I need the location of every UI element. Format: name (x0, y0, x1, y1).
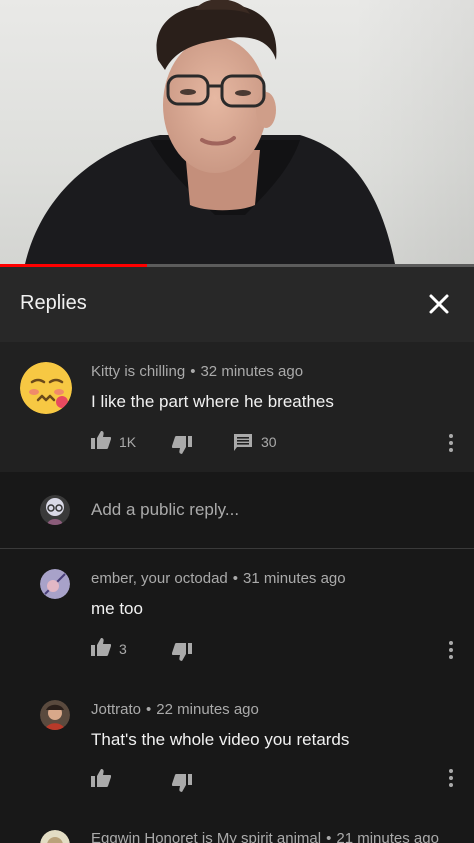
replies-title: Replies (20, 292, 87, 314)
avatar[interactable] (20, 362, 72, 414)
comment-text: me too (91, 599, 143, 618)
like-count: 1K (119, 434, 137, 450)
comment-time: 21 minutes ago (336, 830, 439, 843)
comment-author[interactable]: Kitty is chilling (91, 363, 185, 380)
user-avatar-icon (40, 569, 70, 599)
reply-count: 30 (261, 434, 277, 450)
emoji-avatar-icon (20, 362, 72, 414)
more-options-icon[interactable] (446, 769, 456, 791)
meta-separator: • (190, 363, 196, 380)
more-options-icon[interactable] (446, 641, 456, 663)
avatar[interactable] (40, 569, 70, 599)
add-reply-row[interactable]: Add a public reply... (0, 472, 474, 549)
comment-time: 22 minutes ago (156, 701, 259, 718)
thumbs-up-icon[interactable] (91, 638, 111, 656)
video-player[interactable] (0, 0, 474, 264)
thumbs-down-icon[interactable] (172, 436, 192, 454)
comment-author[interactable]: ember, your octodad (91, 570, 228, 587)
user-avatar-icon (40, 495, 70, 525)
thumbs-up-icon[interactable] (91, 431, 111, 449)
comment-meta: Eggwin Honoret is My spirit animal • 21 mi… (91, 830, 439, 843)
reply-comment-icon[interactable] (234, 434, 252, 451)
thumbs-down-icon[interactable] (172, 643, 192, 661)
add-reply-input[interactable]: Add a public reply... (91, 500, 239, 520)
user-avatar-icon (40, 700, 70, 730)
meta-separator: • (146, 701, 152, 718)
replies-header: Replies (0, 267, 474, 342)
avatar[interactable] (40, 700, 70, 730)
comment-author[interactable]: Eggwin Honoret is My spirit animal (91, 830, 321, 843)
comment-author[interactable]: Jottrato (91, 701, 141, 718)
comment-meta: ember, your octodad • 31 minutes ago (91, 570, 346, 587)
comment-text: That's the whole video you retards (91, 730, 350, 749)
like-count: 3 (119, 641, 127, 657)
thumbs-down-icon[interactable] (172, 774, 192, 792)
user-avatar-icon (40, 830, 70, 843)
background-shade (354, 0, 474, 264)
comment-time: 31 minutes ago (243, 570, 346, 587)
comment-text: I like the part where he breathes (91, 392, 334, 411)
comment-time: 32 minutes ago (200, 363, 304, 380)
thumbs-up-icon[interactable] (91, 769, 111, 787)
current-user-avatar (40, 495, 70, 525)
avatar[interactable] (40, 830, 70, 843)
meta-separator: • (232, 570, 239, 587)
comment-meta: Kitty is chilling • 32 minutes ago (91, 363, 303, 380)
meta-separator: • (326, 830, 332, 843)
comment-meta: Jottrato • 22 minutes ago (91, 701, 259, 718)
more-options-icon[interactable] (446, 434, 456, 456)
close-icon[interactable] (424, 289, 454, 319)
